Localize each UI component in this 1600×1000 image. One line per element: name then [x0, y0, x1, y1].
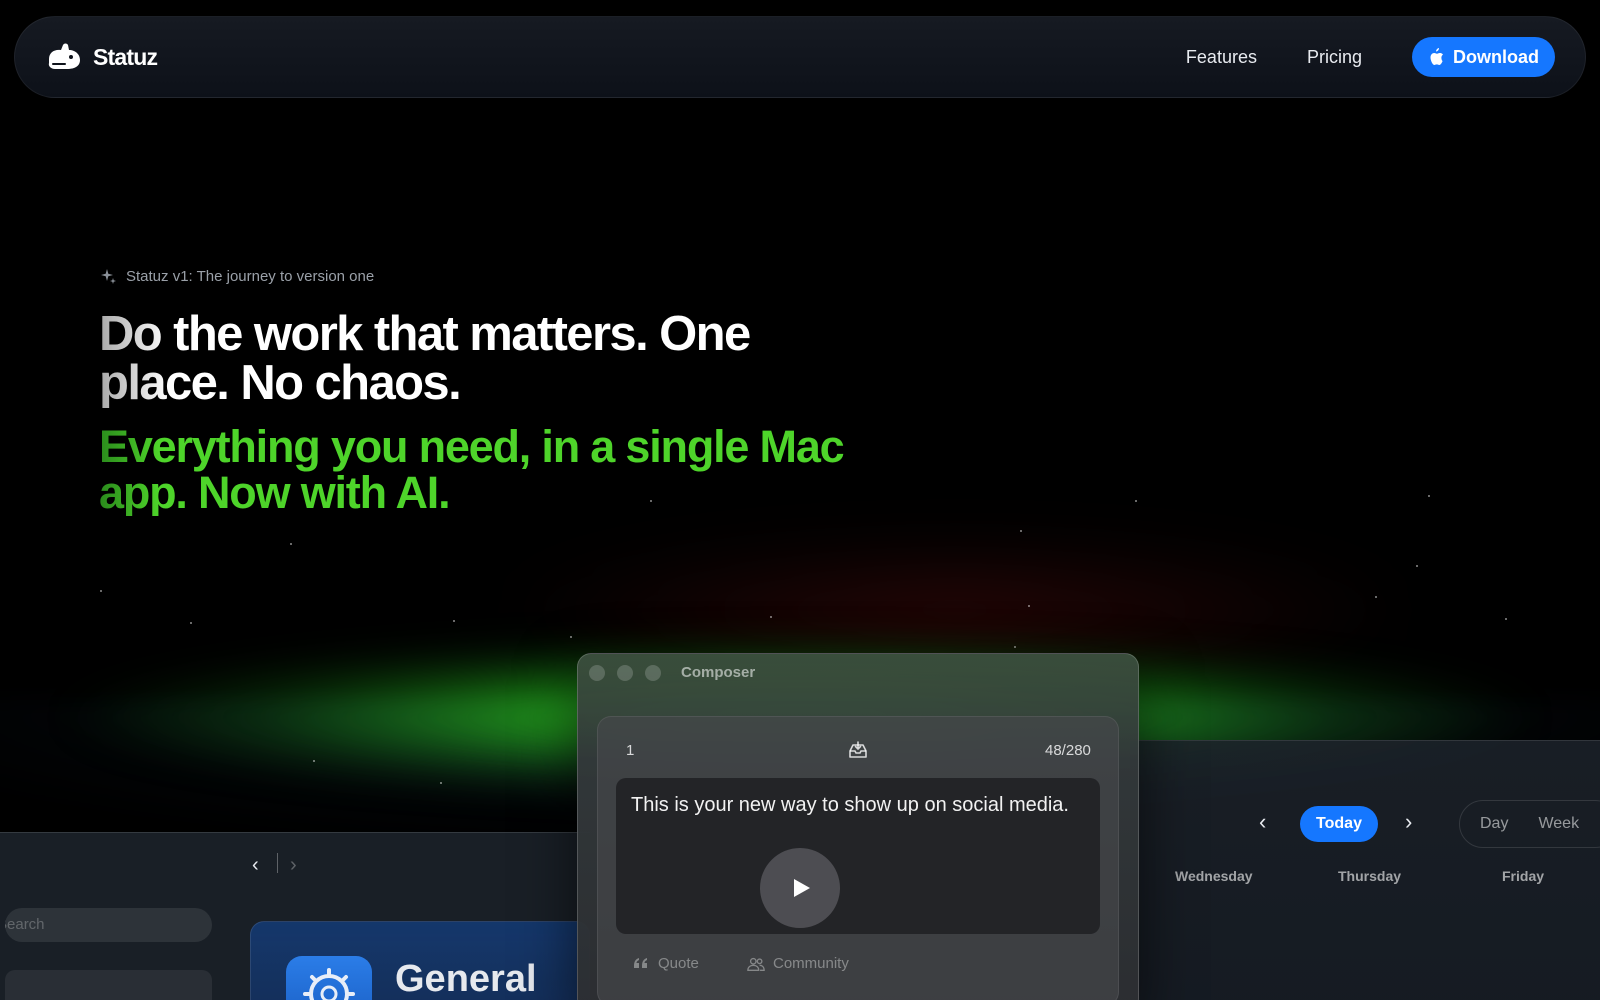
hero-subline: Everything you need, in a single Mac app…: [99, 424, 889, 516]
statuz-logo-icon: [48, 43, 80, 69]
nav-link-features[interactable]: Features: [1186, 47, 1257, 68]
search-placeholder: Search: [5, 916, 45, 933]
star: [1135, 500, 1137, 502]
release-eyebrow[interactable]: Statuz v1: The journey to version one: [100, 268, 374, 285]
window-minimize-button[interactable]: [617, 665, 633, 681]
nav-links: Features Pricing Download: [1186, 37, 1555, 77]
quote-label: Quote: [658, 955, 699, 972]
star: [100, 590, 102, 592]
community-icon: [747, 957, 765, 971]
forward-arrow-icon[interactable]: ›: [290, 854, 297, 877]
calendar-view-switcher: Day Week: [1459, 800, 1600, 848]
nav-link-pricing[interactable]: Pricing: [1307, 47, 1362, 68]
calendar-today-button[interactable]: Today: [1300, 806, 1378, 842]
star: [1028, 605, 1030, 607]
post-index: 1: [626, 742, 635, 759]
star: [770, 616, 772, 618]
eyebrow-text: Statuz v1: The journey to version one: [126, 268, 375, 285]
star: [290, 543, 292, 545]
sparkle-icon: [101, 269, 116, 284]
community-action[interactable]: Community: [747, 955, 849, 972]
inbox-icon[interactable]: [848, 741, 868, 759]
star: [1505, 618, 1507, 620]
star: [1416, 565, 1418, 567]
post-text[interactable]: This is your new way to show up on socia…: [631, 794, 1069, 817]
window-zoom-button[interactable]: [645, 665, 661, 681]
view-option-day[interactable]: Day: [1480, 815, 1508, 833]
star: [190, 622, 192, 624]
top-navbar: Statuz Features Pricing Download: [14, 16, 1586, 98]
video-play-button[interactable]: [760, 848, 840, 928]
star: [570, 636, 572, 638]
day-header-friday: Friday: [1502, 868, 1545, 884]
back-arrow-icon[interactable]: ‹: [252, 854, 259, 877]
star: [1014, 646, 1016, 648]
download-label: Download: [1453, 46, 1539, 67]
quote-icon: [634, 957, 647, 968]
star: [1375, 596, 1377, 598]
star: [313, 760, 315, 762]
day-header-wednesday: Wednesday: [1175, 868, 1253, 884]
toolbar-divider: [277, 853, 278, 873]
window-close-button[interactable]: [589, 665, 605, 681]
character-count: 48/280: [1045, 742, 1091, 759]
brand-name: Statuz: [93, 43, 158, 70]
brand[interactable]: Statuz: [45, 42, 158, 72]
star: [453, 620, 455, 622]
star: [1428, 495, 1430, 497]
calendar-prev-icon[interactable]: ‹: [1259, 809, 1266, 835]
day-header-thursday: Thursday: [1338, 868, 1402, 884]
community-label: Community: [773, 955, 849, 972]
download-button[interactable]: Download: [1412, 37, 1555, 77]
calendar-next-icon[interactable]: ›: [1405, 809, 1412, 835]
play-icon: [794, 879, 810, 897]
star: [440, 782, 442, 784]
hero-headline: Do the work that matters. One place. No …: [99, 310, 879, 408]
settings-app-icon: [286, 956, 372, 1000]
gear-icon: [303, 968, 355, 1000]
settings-sidebar-item[interactable]: [5, 970, 212, 1000]
view-option-week[interactable]: Week: [1538, 815, 1579, 833]
composer-title: Composer: [681, 664, 756, 681]
settings-search-field[interactable]: Search: [5, 908, 212, 942]
quote-action[interactable]: Quote: [632, 955, 699, 972]
settings-card-title: General: [395, 958, 537, 1000]
apple-icon: [1430, 48, 1443, 65]
star: [1020, 530, 1022, 532]
